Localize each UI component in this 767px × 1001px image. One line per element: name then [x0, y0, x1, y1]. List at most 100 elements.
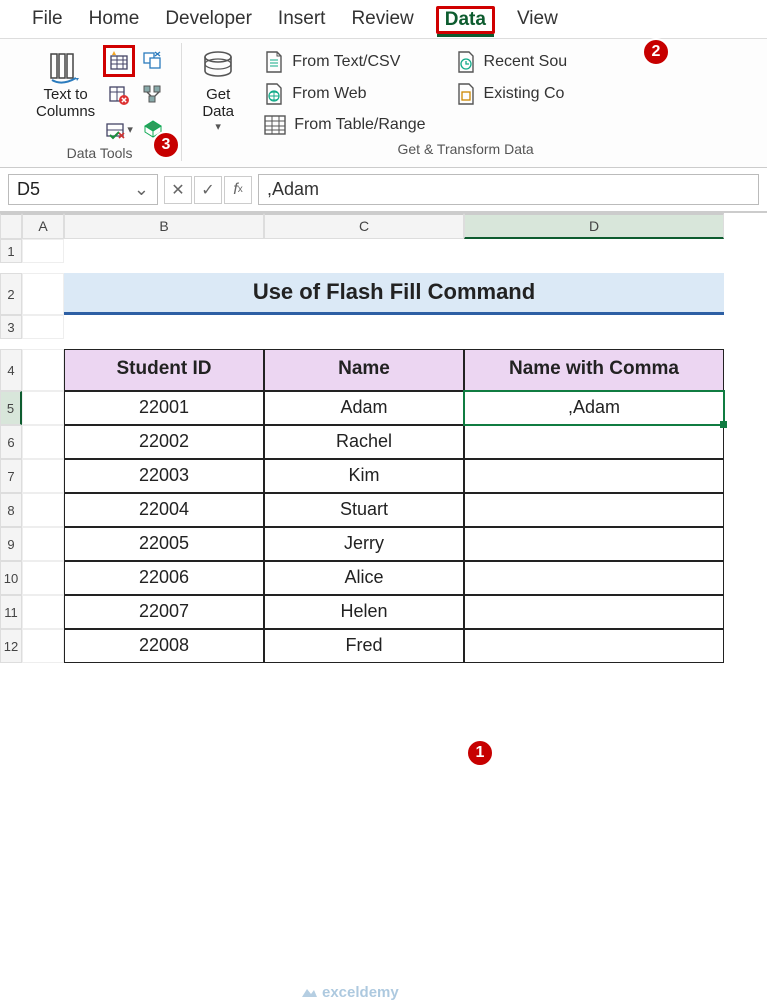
tab-developer[interactable]: Developer: [161, 6, 256, 34]
cell[interactable]: [22, 493, 64, 527]
column-headers[interactable]: A B C D: [0, 213, 767, 239]
cell[interactable]: Kim: [264, 459, 464, 493]
relationships-button[interactable]: ▾: [105, 115, 133, 143]
cell[interactable]: [264, 239, 464, 273]
cell[interactable]: 22004: [64, 493, 264, 527]
cell[interactable]: [22, 459, 64, 493]
cell[interactable]: 22003: [64, 459, 264, 493]
cell[interactable]: [464, 239, 724, 273]
worksheet[interactable]: 1 A B C D 1 2 Use of Flash Fill Command …: [0, 213, 767, 663]
relationships-icon: [105, 118, 127, 140]
cell[interactable]: [22, 595, 64, 629]
enter-formula-button[interactable]: ✓: [194, 176, 222, 204]
cell[interactable]: Stuart: [264, 493, 464, 527]
cell[interactable]: [64, 315, 264, 349]
cell[interactable]: Rachel: [264, 425, 464, 459]
cell[interactable]: [22, 349, 64, 391]
row-head-8[interactable]: 8: [0, 493, 22, 527]
cell[interactable]: Helen: [264, 595, 464, 629]
ribbon-tabs: File Home Developer Insert Review Data V…: [0, 0, 767, 39]
row-head-9[interactable]: 9: [0, 527, 22, 561]
recent-sources-button[interactable]: Recent Sou: [456, 51, 568, 73]
row-head-10[interactable]: 10: [0, 561, 22, 595]
cell[interactable]: Fred: [264, 629, 464, 663]
name-box-value: D5: [17, 179, 40, 200]
tab-review[interactable]: Review: [347, 6, 417, 34]
cell[interactable]: 22006: [64, 561, 264, 595]
tab-data[interactable]: Data: [436, 6, 495, 34]
tab-insert[interactable]: Insert: [274, 6, 330, 34]
cell[interactable]: [464, 315, 724, 349]
cell[interactable]: [464, 425, 724, 459]
cell[interactable]: 22002: [64, 425, 264, 459]
from-web-button[interactable]: From Web: [264, 83, 366, 105]
file-existing-icon: [456, 83, 476, 105]
cell[interactable]: [464, 493, 724, 527]
formula-bar[interactable]: ,Adam: [258, 174, 759, 205]
from-table-range-button[interactable]: From Table/Range: [264, 115, 425, 135]
col-B[interactable]: B: [64, 213, 264, 239]
header-name-comma[interactable]: Name with Comma: [464, 349, 724, 391]
cell[interactable]: [22, 561, 64, 595]
sheet-title[interactable]: Use of Flash Fill Command: [64, 273, 724, 315]
cell[interactable]: [22, 273, 64, 315]
row-head-1[interactable]: 1: [0, 239, 22, 263]
cell[interactable]: [22, 391, 64, 425]
cell[interactable]: 22008: [64, 629, 264, 663]
consolidate-button[interactable]: [139, 81, 167, 109]
cell[interactable]: [22, 315, 64, 339]
row-head-11[interactable]: 11: [0, 595, 22, 629]
row-head-12[interactable]: 12: [0, 629, 22, 663]
col-D[interactable]: D: [464, 213, 724, 239]
cell[interactable]: 22005: [64, 527, 264, 561]
chevron-down-icon[interactable]: ⌄: [134, 179, 149, 200]
remove-duplicates-button[interactable]: [139, 47, 167, 75]
select-all-triangle[interactable]: [0, 213, 22, 239]
cell[interactable]: [22, 425, 64, 459]
flash-fill-button[interactable]: [105, 47, 133, 75]
cell[interactable]: [464, 629, 724, 663]
tab-file[interactable]: File: [28, 6, 67, 34]
cell[interactable]: Jerry: [264, 527, 464, 561]
text-to-columns-button[interactable]: Text to Columns: [32, 47, 99, 122]
row-head-2[interactable]: 2: [0, 273, 22, 315]
row-head-4[interactable]: 4: [0, 349, 22, 391]
cell[interactable]: Adam: [264, 391, 464, 425]
cell[interactable]: [22, 629, 64, 663]
tab-home[interactable]: Home: [85, 6, 144, 34]
watermark: exceldemy: [300, 983, 399, 1001]
recent-label: Recent Sou: [484, 53, 568, 71]
cell[interactable]: [464, 561, 724, 595]
logo-icon: [300, 983, 318, 1001]
cell[interactable]: [464, 527, 724, 561]
row-head-7[interactable]: 7: [0, 459, 22, 493]
group-label-gettransform: Get & Transform Data: [196, 141, 735, 157]
cell[interactable]: [264, 315, 464, 349]
header-name[interactable]: Name: [264, 349, 464, 391]
data-validation-button[interactable]: [105, 81, 133, 109]
cell[interactable]: [464, 459, 724, 493]
header-student-id[interactable]: Student ID: [64, 349, 264, 391]
existing-connections-button[interactable]: Existing Co: [456, 83, 565, 105]
col-A[interactable]: A: [22, 213, 64, 239]
insert-function-button[interactable]: fx: [224, 176, 252, 204]
cell[interactable]: [22, 527, 64, 561]
col-C[interactable]: C: [264, 213, 464, 239]
get-data-label: Get Data: [202, 87, 234, 120]
row-head-3[interactable]: 3: [0, 315, 22, 339]
name-box[interactable]: D5 ⌄: [8, 174, 158, 205]
from-text-csv-button[interactable]: From Text/CSV: [264, 51, 400, 73]
cell[interactable]: Alice: [264, 561, 464, 595]
row-head-5[interactable]: 5: [0, 391, 22, 425]
cell[interactable]: [22, 239, 64, 263]
cell[interactable]: [64, 239, 264, 273]
cell[interactable]: 22001: [64, 391, 264, 425]
cell-selected[interactable]: ,Adam: [464, 391, 724, 425]
from-text-label: From Text/CSV: [292, 53, 400, 71]
tab-view[interactable]: View: [513, 6, 562, 34]
cancel-formula-button[interactable]: ✕: [164, 176, 192, 204]
cell[interactable]: [464, 595, 724, 629]
get-data-button[interactable]: Get Data ▾: [196, 47, 240, 135]
cell[interactable]: 22007: [64, 595, 264, 629]
row-head-6[interactable]: 6: [0, 425, 22, 459]
